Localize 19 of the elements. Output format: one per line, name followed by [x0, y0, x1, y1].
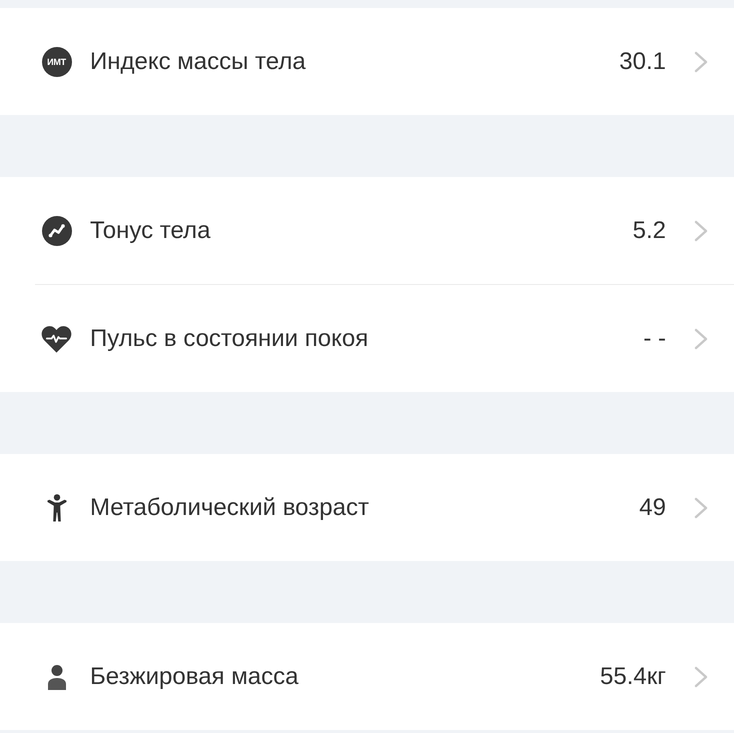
metric-label: Пульс в состоянии покоя [90, 324, 370, 352]
standing-figure-icon [46, 494, 68, 522]
heart-pulse-icon [41, 324, 72, 352]
metric-label: Тонус тела [90, 216, 212, 244]
metric-label: Безжировая масса [90, 662, 300, 690]
metric-value: - - [643, 324, 666, 352]
chevron-icon [693, 50, 709, 74]
metric-label: Метаболический возраст [90, 494, 370, 522]
metric-value: 5.2 [632, 216, 666, 244]
chevron-icon [693, 326, 709, 350]
metric-value: 49 [639, 494, 666, 522]
chevron-icon [693, 218, 709, 242]
index-badge: ИМТ [42, 46, 72, 76]
chevron-icon [693, 664, 709, 688]
person-icon [46, 664, 66, 690]
metric-value: 30.1 [619, 48, 666, 76]
chevron-icon [693, 496, 709, 520]
metric-value: 55.4кг [600, 662, 666, 690]
metric-label: Индекс массы тела [90, 48, 307, 76]
